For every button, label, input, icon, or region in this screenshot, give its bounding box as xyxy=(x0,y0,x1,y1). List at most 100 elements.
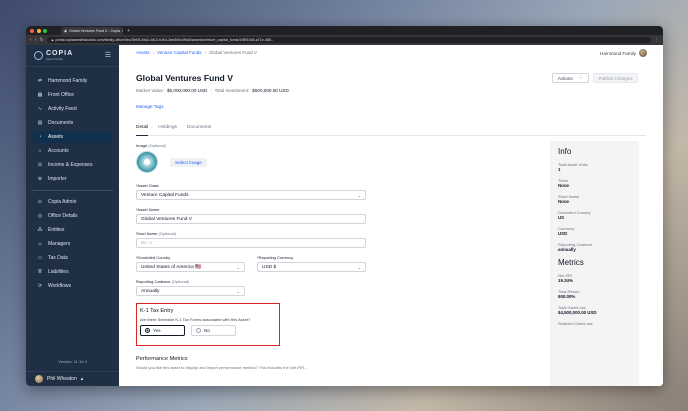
breadcrumb-venture-capital-funds[interactable]: Venture Capital Funds xyxy=(157,50,202,55)
publish-changes-button[interactable]: Publish Changes xyxy=(593,73,638,83)
actions-button[interactable]: Actions ⋮ xyxy=(552,73,589,83)
sidebar-item-managers[interactable]: ☺ Managers xyxy=(26,237,119,251)
admin-icon: ⊙ xyxy=(37,199,43,205)
info-value: None xyxy=(558,183,569,188)
sidebar-item-hammond-family[interactable]: ⇄ Hammond Family xyxy=(26,74,119,88)
sidebar-item-workflows[interactable]: ⟳ Workflows xyxy=(26,279,119,293)
liabilities-icon: ≣ xyxy=(37,269,43,275)
sidebar-item-activity-feed[interactable]: ∿ Activity Feed xyxy=(26,102,119,116)
asset-summary: Market Value: $5,000,000.00 USD | Total … xyxy=(136,88,289,93)
app: COPIA Aelon Portal ☰ ⇄ Hammond Family ▦ Fr… xyxy=(26,45,663,386)
reporting-cadence-label-text: Reporting Cadence xyxy=(136,279,171,284)
info-panel: Info Total Asset Units 1 Ticker None Sho… xyxy=(550,141,639,386)
address-bar: ‹ › ↻ 🔒︎ portal.copiawealthstudios.com/f… xyxy=(26,35,663,45)
tab-holdings[interactable]: Holdings xyxy=(158,125,177,136)
sidebar-item-copia-admin[interactable]: ⊙ Copia Admin xyxy=(26,195,119,209)
sidebar-item-label: Tax Data xyxy=(48,255,68,261)
bank-icon: ⌂ xyxy=(38,148,42,154)
scale-icon: ⚖ xyxy=(37,162,43,168)
browser-tab-title: Global Ventures Fund V - Copia xyxy=(69,29,120,33)
asset-class-select[interactable]: Venture Capital Funds ⌄ xyxy=(136,190,366,200)
logo-text: COPIA Aelon Portal xyxy=(46,50,73,61)
reporting-currency-value: USD $ xyxy=(262,264,277,270)
tab-detail[interactable]: Detail xyxy=(136,125,149,136)
radio-empty-icon xyxy=(196,328,201,333)
k1-tax-entry-section: K-1 Tax Entry Are there Schedule K-1 Tax… xyxy=(136,303,280,346)
sidebar-item-label: Activity Feed xyxy=(48,106,77,112)
minimize-window-button[interactable] xyxy=(36,28,41,33)
logo-subtitle: Aelon Portal xyxy=(46,57,63,61)
image-row: Select Image xyxy=(136,151,546,173)
asset-image-icon xyxy=(136,151,158,173)
total-investment-label: Total Investment: xyxy=(214,88,250,93)
sidebar-item-label: Entities xyxy=(48,227,65,233)
close-window-button[interactable] xyxy=(30,28,34,33)
sidebar-item-label: Accounts xyxy=(48,148,69,154)
sidebar-item-office-details[interactable]: ◎ Office Details xyxy=(26,209,119,223)
tab-documents[interactable]: Documents xyxy=(187,125,211,136)
asset-detail-form: Image (Optional) Select Image *Asset Cla… xyxy=(136,143,546,386)
short-name-label: Short Name (Optional) xyxy=(136,231,366,236)
asset-name-input[interactable]: Global Ventures Fund V xyxy=(136,214,366,224)
app-version: Version: 11.14.4 xyxy=(58,359,87,364)
domiciled-country-group: *Domiciled Country United States of Amer… xyxy=(136,255,245,272)
logo-title: COPIA xyxy=(46,50,74,57)
sidebar-item-front-office[interactable]: ▦ Front Office xyxy=(26,88,119,102)
breadcrumb-assets[interactable]: Assets xyxy=(136,50,150,55)
short-name-label-text: Short Name xyxy=(136,231,158,236)
forward-icon[interactable]: › xyxy=(35,37,37,43)
import-icon: ⊕ xyxy=(37,176,43,182)
manage-tags-link[interactable]: Manage Tags xyxy=(136,104,164,109)
short-name-input[interactable]: Btc V xyxy=(136,238,366,248)
chevron-down-icon: ⌄ xyxy=(236,288,240,294)
domiciled-country-select[interactable]: United States of America 🇺🇸 ⌄ xyxy=(136,262,245,272)
close-tab-icon[interactable]: × xyxy=(122,29,123,33)
url-field[interactable]: 🔒︎ portal.copiawealthstudios.com/family-… xyxy=(46,36,651,44)
sidebar-item-income-expenses[interactable]: ⚖ Income & Expenses xyxy=(26,158,119,172)
back-icon[interactable]: ‹ xyxy=(30,37,32,43)
yes-label: Yes xyxy=(153,328,161,333)
browser-tabbar: ◉ Global Ventures Fund V - Copia × + xyxy=(26,26,663,35)
country-currency-row: *Domiciled Country United States of Amer… xyxy=(136,255,546,272)
extensions-icon[interactable]: ⋮ xyxy=(654,37,659,43)
reload-icon[interactable]: ↻ xyxy=(39,37,43,43)
k1-no-radio[interactable]: No xyxy=(191,325,236,336)
image-label: Image (Optional) xyxy=(136,143,546,148)
performance-metrics-title: Performance Metrics xyxy=(136,356,188,362)
sidebar-divider xyxy=(32,190,113,191)
sidebar-item-tax-data[interactable]: ▭ Tax Data xyxy=(26,251,119,265)
sidebar-item-assets[interactable]: ◔ Assets xyxy=(33,131,112,143)
sidebar-item-label: Copia Admin xyxy=(48,199,77,205)
workflow-icon: ⟳ xyxy=(37,283,43,289)
new-tab-icon[interactable]: + xyxy=(127,28,130,34)
asset-name-value: Global Ventures Fund V xyxy=(141,216,192,222)
user-menu[interactable]: Phil Wheaton ▴ xyxy=(26,371,119,386)
browser-tab[interactable]: ◉ Global Ventures Fund V - Copia × xyxy=(61,27,123,35)
family-name: Hammond Family xyxy=(600,50,636,56)
sidebar-item-accounts[interactable]: ⌂ Accounts xyxy=(26,144,119,158)
asset-class-value: Venture Capital Funds xyxy=(141,192,189,198)
sidebar-item-documents[interactable]: ▤ Documents xyxy=(26,116,119,130)
maximize-window-button[interactable] xyxy=(43,28,47,33)
sidebar-item-entities[interactable]: ⁂ Entities xyxy=(26,223,119,237)
sidebar-item-liabilities[interactable]: ≣ Liabilities xyxy=(26,265,119,279)
user-name: Phil Wheaton xyxy=(47,376,77,382)
chevron-down-icon: ⌄ xyxy=(357,264,361,270)
metrics-title: Metrics xyxy=(558,258,584,267)
collapse-sidebar-icon[interactable]: ☰ xyxy=(105,51,111,59)
reporting-currency-select[interactable]: USD $ ⌄ xyxy=(257,262,366,272)
select-image-button[interactable]: Select Image xyxy=(170,157,207,167)
metric-value: 900.00% xyxy=(558,294,576,299)
office-icon: ◎ xyxy=(37,213,43,219)
asset-name-label: *Asset Name xyxy=(136,207,160,212)
k1-yes-radio[interactable]: Yes xyxy=(140,325,185,336)
family-switcher[interactable]: Hammond Family xyxy=(600,49,647,57)
copia-logo-icon xyxy=(34,51,43,60)
k1-title: K-1 Tax Entry xyxy=(140,308,174,314)
reporting-cadence-select[interactable]: Annually ⌄ xyxy=(136,286,245,296)
market-value-label: Market Value: xyxy=(136,88,164,93)
sidebar-item-importer[interactable]: ⊕ Importer xyxy=(26,172,119,186)
tax-icon: ▭ xyxy=(37,255,43,261)
breadcrumb-separator-icon: › xyxy=(204,50,207,55)
actions-label: Actions xyxy=(557,75,573,81)
